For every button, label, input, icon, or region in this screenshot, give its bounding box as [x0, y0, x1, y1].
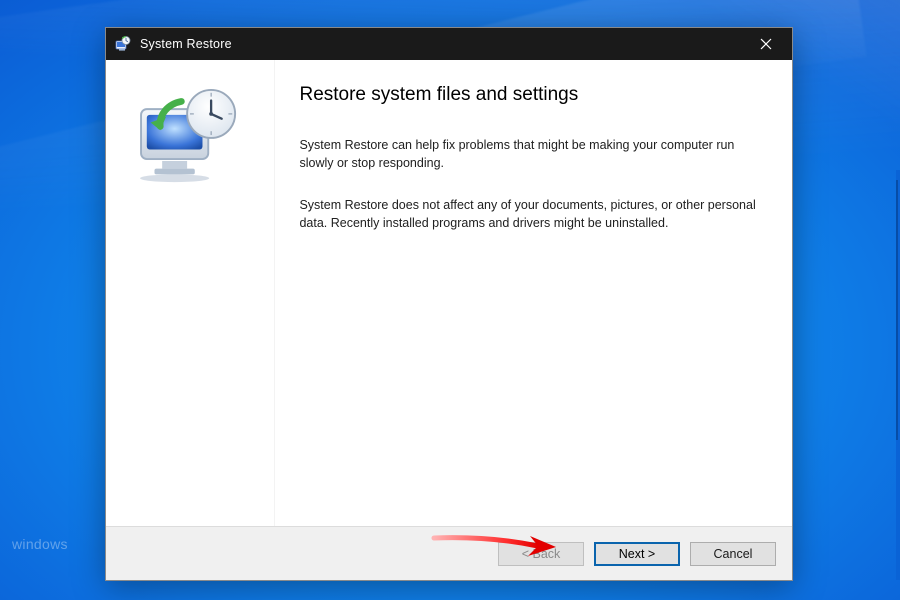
intro-paragraph-2: System Restore does not affect any of yo…	[299, 196, 758, 232]
system-restore-hero-icon	[136, 88, 244, 184]
wizard-content: Restore system files and settings System…	[275, 60, 792, 526]
wizard-footer: < Back Next > Cancel	[106, 526, 792, 580]
cancel-button[interactable]: Cancel	[690, 542, 776, 566]
wizard-side-panel	[106, 60, 275, 526]
system-restore-window: System Restore	[105, 27, 793, 581]
intro-paragraph-1: System Restore can help fix problems tha…	[299, 136, 758, 172]
page-heading: Restore system files and settings	[299, 84, 758, 106]
system-restore-icon	[114, 35, 132, 53]
watermark-text: windows	[12, 536, 68, 552]
titlebar[interactable]: System Restore	[106, 28, 792, 60]
close-icon	[760, 38, 772, 50]
close-button[interactable]	[744, 28, 788, 60]
window-title: System Restore	[140, 37, 744, 51]
next-button[interactable]: Next >	[594, 542, 680, 566]
back-button: < Back	[498, 542, 584, 566]
